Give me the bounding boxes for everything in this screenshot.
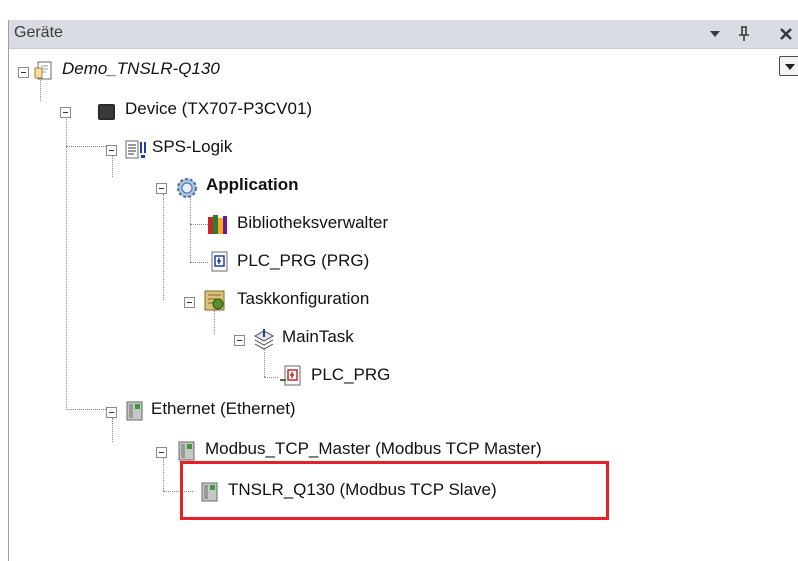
tree-node-label: Modbus_TCP_Master (Modbus TCP Master) [205, 439, 542, 458]
highlight-box [180, 461, 609, 520]
tree-node-plc-logic[interactable]: SPS-Logik [0, 134, 700, 164]
tree-node-label: PLC_PRG [311, 365, 391, 384]
collapse-toggle[interactable] [156, 183, 167, 194]
project-icon [34, 60, 56, 82]
collapse-toggle[interactable] [234, 335, 245, 346]
program-call-icon [279, 365, 301, 387]
tree-node-project[interactable]: Demo_TNSLR-Q130 [0, 56, 700, 86]
tree-node-label: Bibliotheksverwalter [237, 213, 389, 232]
plc-logic-icon [124, 139, 146, 161]
tree-node-task-configuration[interactable]: Taskkonfiguration [0, 286, 700, 316]
tree-node-label: Application [206, 175, 299, 194]
pin-icon[interactable] [733, 22, 755, 46]
panel-title: Geräte [14, 24, 63, 41]
tree-node-label: SPS-Logik [152, 137, 233, 156]
network-device-icon [176, 440, 198, 462]
tree-node-main-task[interactable]: MainTask [0, 324, 700, 354]
collapse-toggle[interactable] [60, 107, 71, 118]
collapse-toggle[interactable] [18, 67, 29, 78]
tree-node-device[interactable]: Device (TX707-P3CV01) [0, 96, 700, 126]
collapse-toggle[interactable] [106, 407, 117, 418]
tree-node-library-manager[interactable]: Bibliotheksverwalter [0, 210, 700, 240]
tree-node-label: Demo_TNSLR-Q130 [62, 59, 220, 78]
tree-node-label: Taskkonfiguration [237, 289, 370, 308]
window-position-dropdown-icon[interactable] [704, 22, 726, 46]
close-icon[interactable] [775, 22, 797, 46]
tree-node-label: MainTask [282, 327, 354, 346]
devices-panel: Geräte Demo_TNSLR-Q130 Device (TX707-P3C… [0, 0, 798, 561]
tree-node-plc-prg[interactable]: PLC_PRG (PRG) [0, 248, 700, 278]
tree-options-dropdown-button[interactable] [779, 56, 798, 76]
collapse-toggle[interactable] [184, 297, 195, 308]
library-books-icon [206, 213, 228, 235]
tree-node-label: Device (TX707-P3CV01) [125, 99, 313, 118]
tree-node-ethernet[interactable]: Ethernet (Ethernet) [0, 396, 700, 426]
collapse-toggle[interactable] [156, 447, 167, 458]
collapse-toggle[interactable] [106, 145, 117, 156]
task-config-icon [203, 289, 225, 311]
application-gear-icon [175, 176, 197, 198]
tree-node-label: PLC_PRG (PRG) [237, 251, 370, 270]
tree-node-task-plc-prg[interactable]: PLC_PRG [0, 362, 700, 392]
panel-titlebar: Geräte [9, 20, 798, 49]
network-device-icon [124, 400, 146, 422]
tree-node-application[interactable]: Application [0, 172, 700, 202]
pou-icon [209, 251, 231, 273]
tree-node-label: Ethernet (Ethernet) [151, 399, 296, 418]
task-icon [252, 327, 275, 350]
device-icon [96, 102, 118, 124]
